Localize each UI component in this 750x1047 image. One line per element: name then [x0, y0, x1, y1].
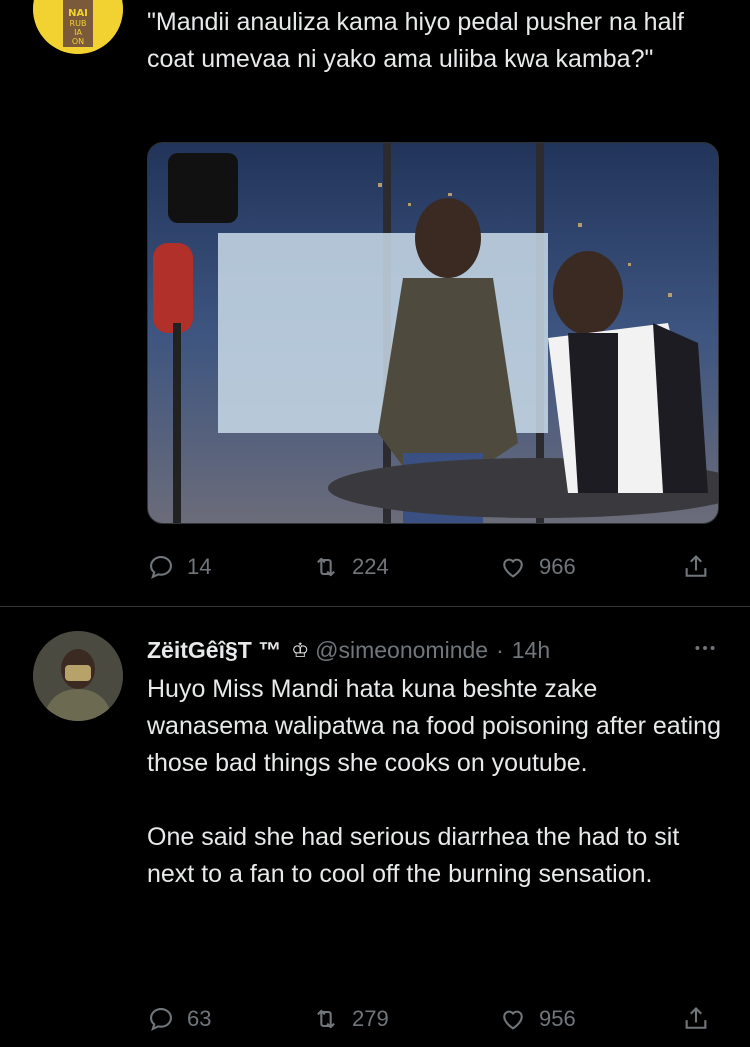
retweet-count: 224	[352, 554, 389, 579]
svg-text:ON: ON	[72, 37, 84, 46]
retweet-icon	[317, 1009, 335, 1029]
tweet-text: "Mandii anauliza kama hiyo pedal pusher …	[147, 8, 691, 73]
like-count: 966	[539, 554, 576, 579]
separator-dot: ·	[496, 636, 504, 663]
avatar[interactable]	[33, 631, 123, 721]
display-name[interactable]: ZëitGêî§T ™	[147, 637, 281, 664]
reply-count: 14	[187, 554, 212, 579]
tweet-header: ZëitGêî§T ™ ♔ @simeonominde · 14h	[147, 635, 722, 665]
tweet-actions: 63 279 956	[147, 1002, 717, 1036]
tweet-actions: 14 224 966	[147, 550, 717, 584]
svg-text:RUB: RUB	[70, 19, 87, 28]
user-handle[interactable]: @simeonominde	[315, 637, 488, 664]
avatar-photo	[33, 631, 123, 721]
share-icon	[685, 555, 707, 577]
svg-text:NAI: NAI	[68, 8, 88, 19]
like-count: 956	[539, 1006, 576, 1031]
tweet-time[interactable]: 14h	[512, 637, 550, 664]
share-button[interactable]	[682, 1002, 710, 1036]
tweet-image[interactable]	[147, 142, 719, 524]
retweet-button[interactable]: 224	[312, 550, 389, 584]
photo-illustration	[148, 143, 718, 523]
tweet[interactable]: ZëitGêî§T ™ ♔ @simeonominde · 14h Huyo M…	[0, 607, 750, 1047]
avatar-logo: NAI RUB IA ON	[33, 0, 123, 54]
tweet[interactable]: NAI RUB IA ON "Mandii anauliza kama hiyo…	[0, 0, 750, 606]
reply-button[interactable]: 14	[147, 550, 211, 584]
retweet-button[interactable]: 279	[312, 1002, 389, 1036]
retweet-count: 279	[352, 1006, 389, 1031]
reply-icon	[150, 1008, 172, 1031]
share-button[interactable]	[682, 550, 710, 584]
retweet-icon	[317, 557, 335, 577]
avatar[interactable]: NAI RUB IA ON	[33, 0, 123, 54]
heart-icon	[503, 1010, 523, 1030]
crown-icon: ♔	[291, 639, 310, 662]
reply-count: 63	[187, 1006, 212, 1031]
like-button[interactable]: 956	[499, 1002, 576, 1036]
more-icon	[695, 646, 715, 650]
heart-icon	[503, 558, 523, 578]
reply-icon	[150, 556, 172, 579]
svg-text:IA: IA	[74, 28, 82, 37]
like-button[interactable]: 966	[499, 550, 576, 584]
tweet-text: Huyo Miss Mandi hata kuna beshte zake wa…	[147, 675, 721, 888]
share-icon	[685, 1007, 707, 1029]
reply-button[interactable]: 63	[147, 1002, 211, 1036]
more-button[interactable]	[690, 635, 720, 665]
